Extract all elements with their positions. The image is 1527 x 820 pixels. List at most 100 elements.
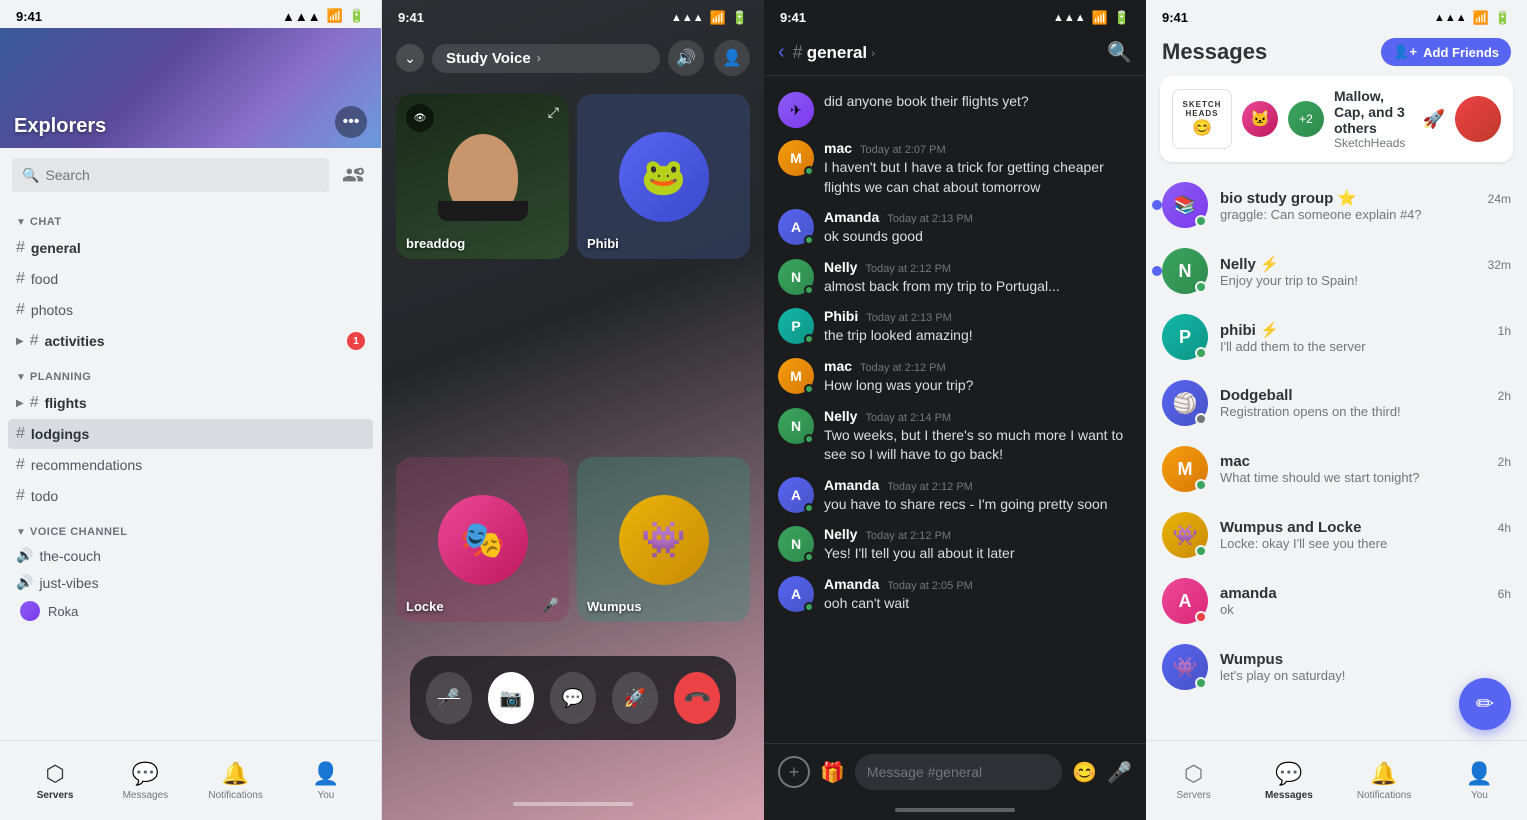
call-back-button[interactable]: ⌄ (396, 44, 424, 72)
channel-name-lodgings: lodgings (31, 426, 365, 442)
dm-name-3: Dodgeball (1220, 387, 1293, 404)
status-bar-3: 9:41 ▲▲▲ 📶 🔋 (764, 0, 1146, 30)
channel-recommendations[interactable]: # recommendations (8, 450, 373, 480)
list-item[interactable]: 📚 bio study group ⭐ 24m graggle: Can som… (1146, 172, 1527, 238)
chat-input-field[interactable]: Message #general (855, 754, 1062, 790)
chat-channel-title: general (807, 43, 867, 63)
nav-notifications-4[interactable]: 🔔 Notifications (1337, 761, 1432, 801)
msg-header-3: Nelly Today at 2:12 PM (824, 259, 1132, 275)
msg-text-2: ok sounds good (824, 227, 1132, 247)
notifications-icon-1: 🔔 (222, 761, 249, 787)
channel-pill[interactable]: Study Voice › (432, 44, 660, 73)
compose-icon: ✏ (1476, 691, 1494, 717)
microphone-button[interactable]: 🎤 (1107, 760, 1132, 785)
activities-expand-arrow: ▶ (16, 336, 24, 347)
wifi-icon-4: 📶 (1473, 10, 1489, 26)
chat-search-button[interactable]: 🔍 (1107, 40, 1132, 65)
back-arrow-button[interactable]: ‹ (778, 41, 785, 64)
nav-servers-4[interactable]: ⬡ Servers (1146, 761, 1241, 801)
channel-name-photos: photos (31, 302, 365, 318)
emoji-button[interactable]: 😊 (1072, 760, 1097, 785)
home-indicator-3 (764, 800, 1146, 820)
msg-time-9: Today at 2:05 PM (887, 580, 973, 592)
msg-text-1: I haven't but I have a trick for getting… (824, 158, 1132, 197)
ellipsis-icon: ••• (343, 113, 360, 131)
channel-name-activities: activities (45, 333, 341, 349)
nav-servers-1[interactable]: ⬡ Servers (10, 761, 100, 801)
featured-card[interactable]: SKETCH HEADS 😊 🐱 +2 Mallow, Cap, and 3 o… (1160, 76, 1513, 162)
add-person-icon: 👤 (722, 48, 742, 68)
dm-name-5: Wumpus and Locke (1220, 519, 1361, 536)
avatar-wrap-5: M (778, 358, 814, 394)
channel-general[interactable]: # general (8, 233, 373, 263)
nav-notifications-1[interactable]: 🔔 Notifications (191, 761, 281, 801)
locke-avatar: 🎭 (438, 495, 528, 585)
server-header: Explorers ••• (0, 28, 381, 148)
list-item[interactable]: M mac 2h What time should we start tonig… (1146, 436, 1527, 502)
dm-preview-5: Locke: okay I'll see you there (1220, 536, 1511, 551)
time-4: 9:41 (1162, 10, 1188, 26)
dm-preview-2: I'll add them to the server (1220, 339, 1511, 354)
channel-food[interactable]: # food (8, 264, 373, 294)
mute-button[interactable]: 🎤 (426, 672, 472, 724)
avatar-wrap-7: A (778, 477, 814, 513)
server-banner-overlay: Explorers ••• (0, 96, 381, 148)
channel-photos[interactable]: # photos (8, 295, 373, 325)
msg-time-3: Today at 2:12 PM (865, 263, 951, 275)
hash-icon-todo: # (16, 487, 25, 505)
msg-header-7: Amanda Today at 2:12 PM (824, 477, 1132, 493)
planning-section-header[interactable]: ▼ PLANNING (8, 357, 373, 387)
nav-label-notifications-4: Notifications (1357, 790, 1411, 801)
chevron-down-icon: ⌄ (404, 50, 416, 67)
server-menu-button[interactable]: ••• (335, 106, 367, 138)
compose-button[interactable]: ✏ (1459, 678, 1511, 730)
panel-channel-chat: 9:41 ▲▲▲ 📶 🔋 ‹ # general › 🔍 ✈ did anyon… (764, 0, 1146, 820)
panel-voice-call: 9:41 ▲▲▲ 📶 🔋 ⌄ Study Voice › 🔊 👤 (382, 0, 764, 820)
nav-messages-4[interactable]: 💬 Messages (1241, 761, 1336, 801)
nav-you-4[interactable]: 👤 You (1432, 761, 1527, 801)
channel-todo[interactable]: # todo (8, 481, 373, 511)
list-item[interactable]: 🏐 Dodgeball 2h Registration opens on the… (1146, 370, 1527, 436)
screenshare-button[interactable]: 🚀 (612, 672, 658, 724)
channel-lodgings[interactable]: # lodgings (8, 419, 373, 449)
dm-avatar-wrap-7: 👾 (1162, 644, 1208, 690)
channel-flights[interactable]: ▶ # flights (8, 388, 373, 418)
hangup-button[interactable]: 📞 (674, 672, 720, 724)
list-item[interactable]: N Nelly ⚡ 32m Enjoy your trip to Spain! (1146, 238, 1527, 304)
messages-icon-1: 💬 (132, 761, 159, 787)
plus-button[interactable]: + (778, 756, 810, 788)
camera-button[interactable]: 📷 (488, 672, 534, 724)
hash-icon-lodgings: # (16, 425, 25, 443)
add-participant-button[interactable]: 👤 (714, 40, 750, 76)
msg-content-4: Phibi Today at 2:13 PM the trip looked a… (824, 308, 1132, 346)
channel-activities[interactable]: ▶ # activities 1 (8, 326, 373, 356)
nav-you-1[interactable]: 👤 You (281, 761, 371, 801)
add-friend-button[interactable] (337, 159, 369, 191)
list-item[interactable]: P phibi ⚡ 1h I'll add them to the server (1146, 304, 1527, 370)
msg-content-1: mac Today at 2:07 PM I haven't but I hav… (824, 140, 1132, 197)
list-item[interactable]: A amanda 6h ok (1146, 568, 1527, 634)
speaker-button[interactable]: 🔊 (668, 40, 704, 76)
hangup-icon: 📞 (682, 683, 713, 714)
chat-button[interactable]: 💬 (550, 672, 596, 724)
voice-channel-just-vibes[interactable]: 🔊 just-vibes (8, 569, 373, 596)
voice-channel-the-couch[interactable]: 🔊 the-couch (8, 542, 373, 569)
battery-icon-1: 🔋 (349, 8, 365, 24)
dm-preview-3: Registration opens on the third! (1220, 404, 1511, 419)
add-friends-button[interactable]: 👤+ Add Friends (1381, 38, 1511, 66)
voice-section-header[interactable]: ▼ VOICE CHANNEL (8, 512, 373, 542)
hash-icon-food: # (16, 270, 25, 288)
nav-messages-1[interactable]: 💬 Messages (100, 761, 190, 801)
dm-avatar-wrap-5: 👾 (1162, 512, 1208, 558)
gift-button[interactable]: 🎁 (820, 760, 845, 785)
msg-author-5: mac (824, 358, 852, 374)
msg-content-5: mac Today at 2:12 PM How long was your t… (824, 358, 1132, 396)
msg-text-5: How long was your trip? (824, 376, 1132, 396)
search-input[interactable]: 🔍 Search (12, 158, 329, 192)
msg-text-4: the trip looked amazing! (824, 326, 1132, 346)
featured-sub: SketchHeads (1334, 136, 1413, 150)
chat-section-header[interactable]: ▼ CHAT (8, 202, 373, 232)
list-item[interactable]: 👾 Wumpus and Locke 4h Locke: okay I'll s… (1146, 502, 1527, 568)
msg-header-5: mac Today at 2:12 PM (824, 358, 1132, 374)
msg-header-1: mac Today at 2:07 PM (824, 140, 1132, 156)
